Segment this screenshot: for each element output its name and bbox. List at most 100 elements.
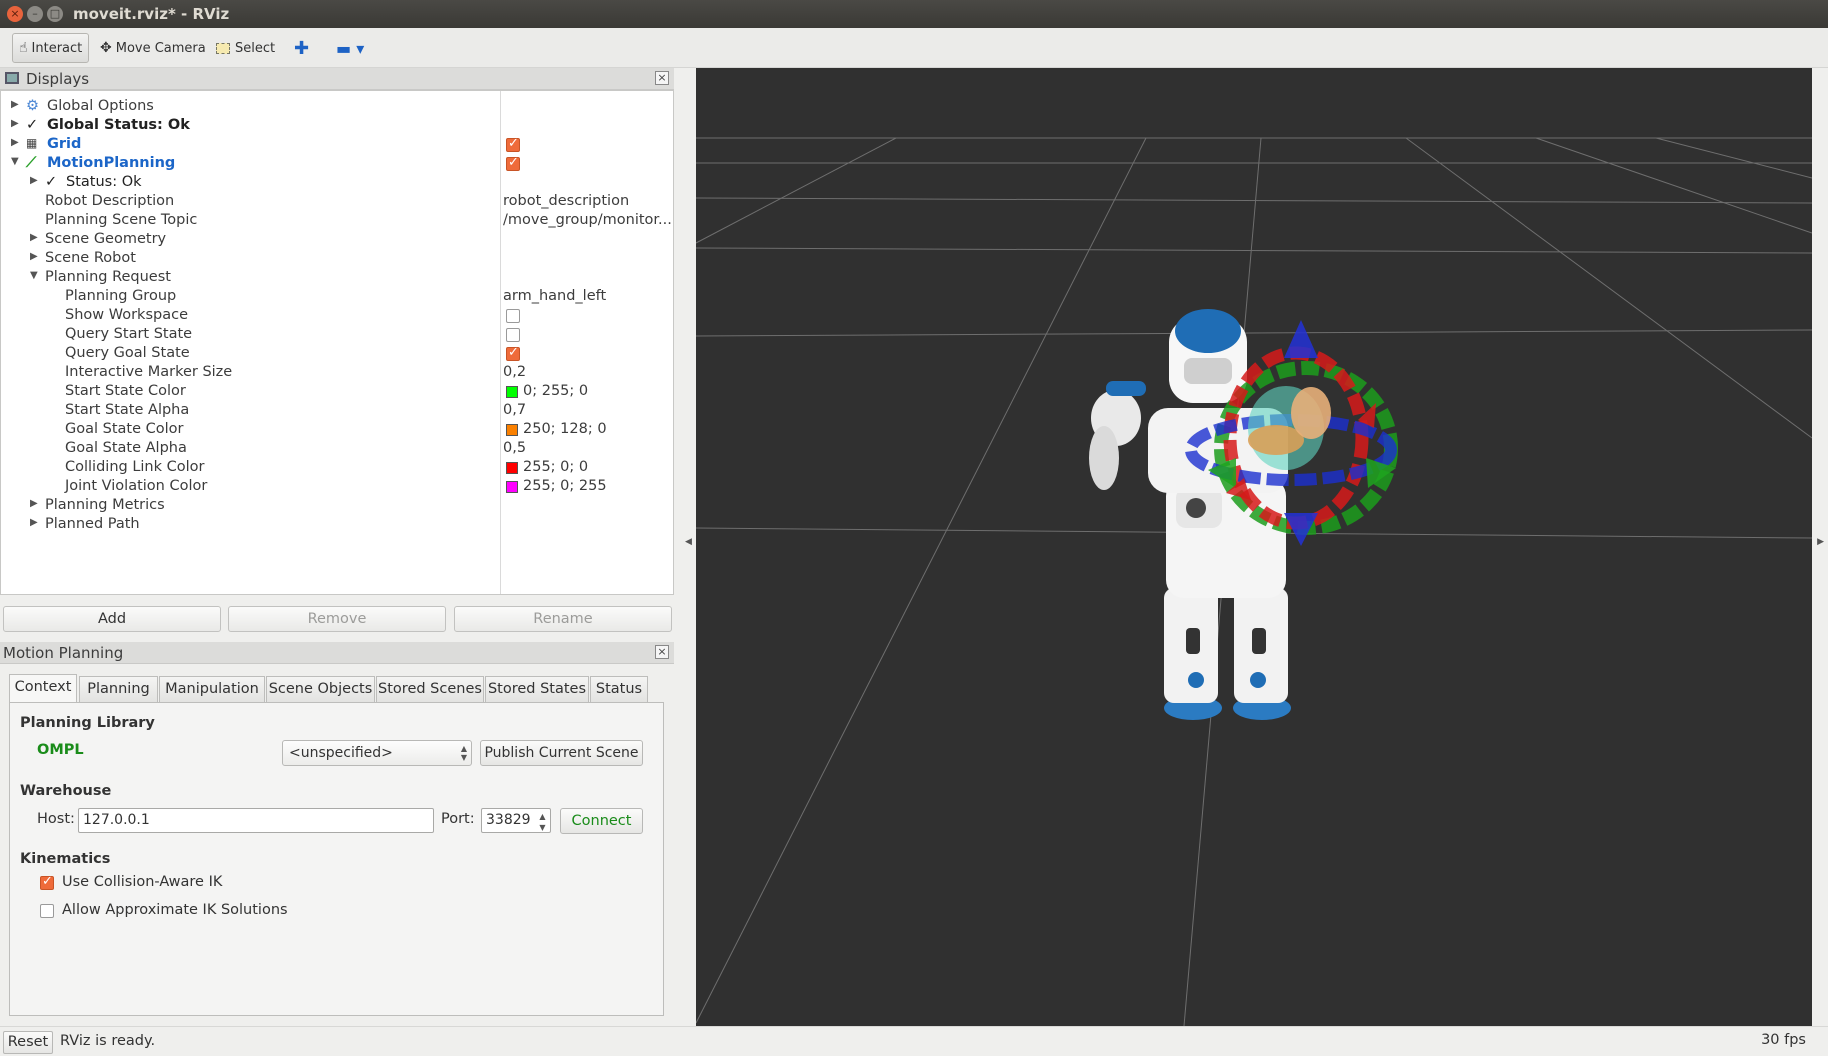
tab-scene-objects[interactable]: Scene Objects [266,676,375,702]
tree-row-scene-robot[interactable]: ▶ Scene Robot [1,250,673,269]
connect-button[interactable]: Connect [560,808,643,834]
tree-value[interactable]: 255; 0; 255 [523,478,607,494]
tree-label: Global Status: Ok [47,117,190,133]
tree-row-query-start-state[interactable]: Query Start State [1,326,673,345]
window-minimize-button[interactable]: – [27,6,43,22]
select-rect-icon [216,42,230,54]
tree-row-joint-violation-color[interactable]: Joint Violation Color 255; 0; 255 [1,478,673,497]
hand-pointer-icon: ☝ [19,40,28,56]
tree-label: Interactive Marker Size [65,364,233,380]
remove-display-button[interactable]: Remove [228,606,446,632]
tree-row-goal-state-alpha[interactable]: Goal State Alpha 0,5 [1,440,673,459]
spin-arrows-icon[interactable]: ▲ ▼ [535,809,550,834]
add-tool-button[interactable]: ✚ [288,33,315,63]
tree-row-motion-planning[interactable]: ▼ ⟋ MotionPlanning [1,155,673,174]
tree-value[interactable]: 0,5 [503,440,526,456]
color-swatch[interactable] [506,386,518,398]
panel-splitter[interactable] [682,68,694,1026]
displays-close-button[interactable]: × [655,71,669,85]
motion-planning-enabled-checkbox[interactable] [506,155,520,171]
reset-button[interactable]: Reset [3,1031,53,1054]
tab-stored-states[interactable]: Stored States [485,676,589,702]
collapse-arrow-icon[interactable]: ▼ [11,156,19,167]
approx-ik-label: Allow Approximate IK Solutions [62,902,288,918]
expand-arrow-icon[interactable]: ▶ [30,175,38,186]
tree-row-status[interactable]: ▶ ✓ Status: Ok [1,174,673,193]
tree-value[interactable]: arm_hand_left [503,288,606,304]
tree-row-planning-scene-topic[interactable]: Planning Scene Topic /move_group/monitor… [1,212,673,231]
host-input[interactable]: 127.0.0.1 [78,808,434,833]
move-camera-icon: ✥ [100,40,112,56]
tree-row-robot-description[interactable]: Robot Description robot_description [1,193,673,212]
tree-value[interactable]: 0,7 [503,402,526,418]
tree-label: Planning Metrics [45,497,165,513]
collision-aware-ik-checkbox[interactable] [40,874,54,890]
tree-row-scene-geometry[interactable]: ▶ Scene Geometry [1,231,673,250]
tree-row-global-options[interactable]: ▶ ⚙ Global Options [1,98,673,117]
warehouse-heading: Warehouse [20,783,112,799]
add-display-button[interactable]: Add [3,606,221,632]
tree-value[interactable]: /move_group/monitor... [503,212,672,228]
color-swatch[interactable] [506,462,518,474]
tree-row-interactive-marker-size[interactable]: Interactive Marker Size 0,2 [1,364,673,383]
motion-planning-close-button[interactable]: × [655,645,669,659]
expand-arrow-icon[interactable]: ▶ [11,137,19,148]
tab-stored-scenes[interactable]: Stored Scenes [376,676,484,702]
tree-value[interactable]: 0,2 [503,364,526,380]
tab-status[interactable]: Status [590,676,648,702]
tree-row-planned-path[interactable]: ▶ Planned Path [1,516,673,535]
expand-arrow-icon[interactable]: ▶ [30,498,38,509]
color-swatch[interactable] [506,424,518,436]
fps-readout: 30 fps [1761,1032,1806,1048]
tree-row-planning-request[interactable]: ▼ Planning Request [1,269,673,288]
color-swatch[interactable] [506,481,518,493]
3d-render-view[interactable] [696,68,1812,1026]
window-close-button[interactable]: × [7,6,23,22]
expand-arrow-icon[interactable]: ▶ [11,118,19,129]
tree-row-start-state-alpha[interactable]: Start State Alpha 0,7 [1,402,673,421]
tree-value[interactable]: 0; 255; 0 [523,383,588,399]
publish-current-scene-button[interactable]: Publish Current Scene [480,740,643,766]
window-title: moveit.rviz* - RViz [73,5,230,23]
tree-row-show-workspace[interactable]: Show Workspace [1,307,673,326]
move-camera-tool-button[interactable]: ✥ Move Camera [94,33,212,63]
select-tool-button[interactable]: Select [210,33,281,63]
show-workspace-checkbox[interactable] [506,309,520,323]
tree-row-query-goal-state[interactable]: Query Goal State [1,345,673,364]
collapse-right-arrow-icon[interactable]: ▶ [1817,537,1824,547]
query-start-state-checkbox[interactable] [506,328,520,342]
tree-row-planning-group[interactable]: Planning Group arm_hand_left [1,288,673,307]
planner-select-value: <unspecified> [289,745,393,761]
expand-arrow-icon[interactable]: ▶ [30,232,38,243]
expand-arrow-icon[interactable]: ▶ [30,517,38,528]
expand-arrow-icon[interactable]: ▶ [11,99,19,110]
planning-library-heading: Planning Library [20,715,155,731]
expand-arrow-icon[interactable]: ▶ [30,251,38,262]
select-label: Select [235,40,276,56]
tree-row-goal-state-color[interactable]: Goal State Color 250; 128; 0 [1,421,673,440]
collapse-arrow-icon[interactable]: ▼ [30,270,38,281]
tree-value[interactable]: 250; 128; 0 [523,421,607,437]
query-goal-state-checkbox[interactable] [506,345,520,361]
gear-icon: ⚙ [26,98,39,114]
collapse-left-arrow-icon[interactable]: ◀ [685,537,692,547]
collision-aware-ik-label: Use Collision-Aware IK [62,874,223,890]
tree-value[interactable]: 255; 0; 0 [523,459,588,475]
toolbar: ☝ Interact ✥ Move Camera Select ✚ ▬ ▾ [0,28,1828,68]
tree-row-planning-metrics[interactable]: ▶ Planning Metrics [1,497,673,516]
tab-manipulation[interactable]: Manipulation [159,676,265,702]
window-maximize-button[interactable]: □ [47,6,63,22]
tab-context[interactable]: Context [9,674,77,702]
remove-tool-dropdown[interactable]: ▬ ▾ [330,33,370,63]
tree-row-start-state-color[interactable]: Start State Color 0; 255; 0 [1,383,673,402]
tree-value[interactable]: robot_description [503,193,629,209]
approx-ik-checkbox[interactable] [40,904,54,918]
tree-row-global-status[interactable]: ▶ ✓ Global Status: Ok [1,117,673,136]
interact-tool-button[interactable]: ☝ Interact [12,33,90,63]
tree-row-colliding-link-color[interactable]: Colliding Link Color 255; 0; 0 [1,459,673,478]
planner-select[interactable]: <unspecified> ▲ ▼ [282,740,472,766]
rename-display-button[interactable]: Rename [454,606,672,632]
tree-row-grid[interactable]: ▶ ▦ Grid [1,136,673,155]
tab-planning[interactable]: Planning [79,676,158,702]
grid-enabled-checkbox[interactable] [506,136,520,152]
